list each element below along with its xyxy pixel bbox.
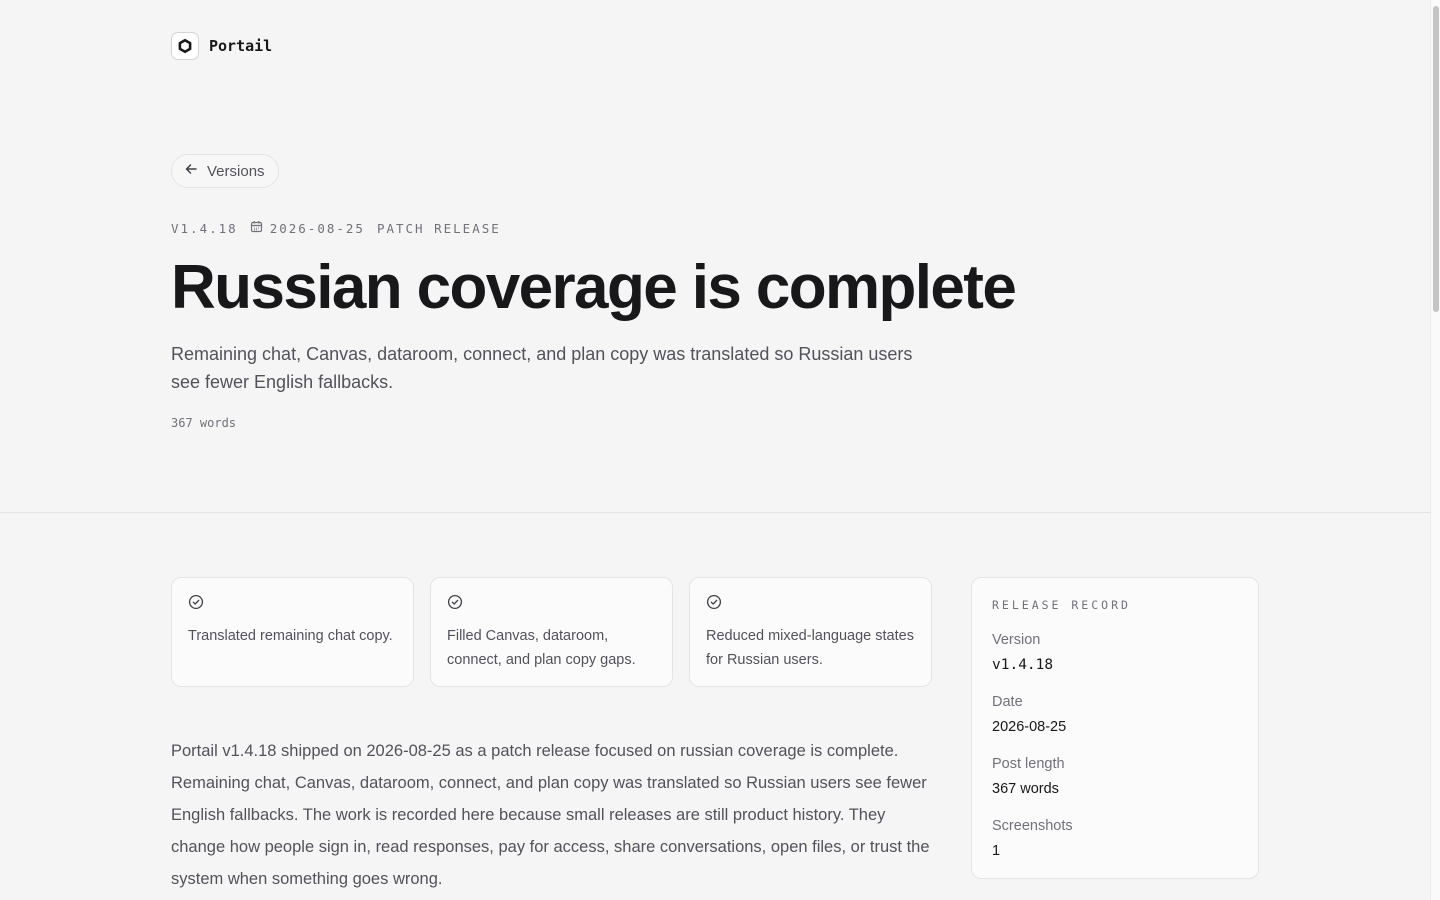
release-date: 2026-08-25 <box>250 220 365 236</box>
record-value: 367 words <box>992 781 1059 797</box>
record-item-date: Date 2026-08-25 <box>992 692 1238 740</box>
highlight-card: Reduced mixed-language states for Russia… <box>689 577 932 687</box>
release-subtitle: Remaining chat, Canvas, dataroom, connec… <box>171 344 913 392</box>
section-divider <box>0 512 1430 513</box>
record-label: Post length <box>992 756 1065 772</box>
check-circle-icon <box>188 594 204 610</box>
page-title: Russian coverage is complete <box>171 253 1017 322</box>
highlights: Translated remaining chat copy. Filled C… <box>171 577 932 687</box>
word-count: 367 words <box>171 416 237 430</box>
record-item-screenshots: Screenshots 1 <box>992 816 1238 864</box>
release-page: Portail Versions v1.4.18 <box>0 0 1440 900</box>
release-meta: v1.4.18 2026-08-25 Patch release <box>171 220 501 236</box>
record-item-post-length: Post length 367 words <box>992 754 1238 802</box>
highlight-card: Filled Canvas, dataroom, connect, and pl… <box>430 577 673 687</box>
release-body: Portail v1.4.18 shipped on 2026-08-25 as… <box>171 742 930 888</box>
release-record-panel: Release record Version v1.4.18 Date 2026… <box>971 577 1259 879</box>
arrow-left-icon <box>184 162 198 180</box>
back-button-label: Versions <box>207 162 265 180</box>
portail-logo-icon <box>171 32 199 60</box>
release-date-text: 2026-08-25 <box>269 220 365 236</box>
back-to-versions-button[interactable]: Versions <box>171 154 279 188</box>
brand-name: Portail <box>209 37 273 55</box>
highlight-text: Translated remaining chat copy. <box>188 628 393 644</box>
page-scrollbar[interactable] <box>1430 0 1440 900</box>
scrollbar-thumb[interactable] <box>1433 6 1439 312</box>
check-circle-icon <box>447 594 463 610</box>
calendar-icon <box>250 220 263 236</box>
highlight-text: Reduced mixed-language states for Russia… <box>706 628 914 668</box>
highlight-text: Filled Canvas, dataroom, connect, and pl… <box>447 628 636 668</box>
version-tag: v1.4.18 <box>171 220 238 236</box>
record-label: Screenshots <box>992 818 1073 834</box>
record-item-version: Version v1.4.18 <box>992 630 1238 678</box>
record-value: v1.4.18 <box>992 657 1054 673</box>
highlight-card: Translated remaining chat copy. <box>171 577 414 687</box>
check-circle-icon <box>706 594 722 610</box>
release-type: Patch release <box>376 220 501 236</box>
brand-link[interactable]: Portail <box>171 32 272 60</box>
record-label: Version <box>992 632 1041 648</box>
release-record-heading: Release record <box>992 598 1131 612</box>
record-value: 1 <box>992 843 1001 859</box>
record-value: 2026-08-25 <box>992 719 1067 735</box>
record-label: Date <box>992 694 1023 710</box>
